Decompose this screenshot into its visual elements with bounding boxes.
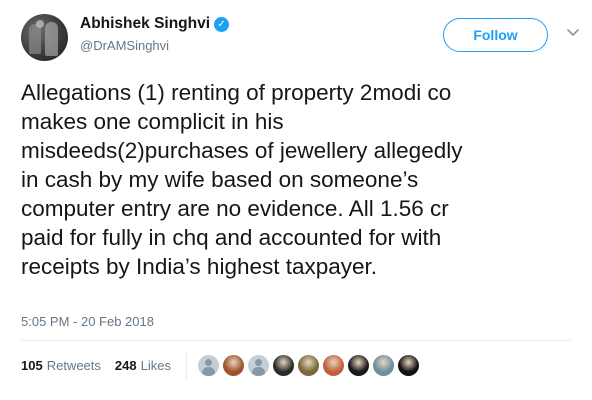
author-name[interactable]: Abhishek Singhvi	[80, 15, 210, 33]
liker-avatar[interactable]	[323, 355, 344, 376]
tweet-text: Allegations (1) renting of property 2mod…	[21, 80, 463, 279]
retweets-stat[interactable]: 105 Retweets	[21, 358, 101, 373]
avatar-figure	[29, 24, 41, 54]
retweets-count: 105	[21, 358, 43, 373]
avatar-figure	[36, 20, 44, 28]
liker-avatar[interactable]	[348, 355, 369, 376]
liker-avatar[interactable]	[373, 355, 394, 376]
liker-avatar[interactable]	[298, 355, 319, 376]
liker-avatar[interactable]	[198, 355, 219, 376]
liker-avatar[interactable]	[273, 355, 294, 376]
liker-avatar[interactable]	[223, 355, 244, 376]
retweets-label: Retweets	[46, 358, 101, 373]
chevron-down-icon[interactable]	[566, 26, 580, 40]
stats-divider	[186, 352, 187, 380]
verified-badge-icon: ✓	[214, 16, 230, 32]
liker-avatar[interactable]	[248, 355, 269, 376]
tweet-timestamp[interactable]: 5:05 PM - 20 Feb 2018	[21, 314, 154, 329]
author-name-row[interactable]: Abhishek Singhvi ✓	[80, 15, 230, 33]
tweet-stats: 105 Retweets 248 Likes	[21, 358, 181, 373]
divider	[21, 340, 571, 341]
liker-avatar[interactable]	[398, 355, 419, 376]
likes-label: Likes	[140, 358, 171, 373]
avatar-figure	[45, 22, 58, 56]
author-avatar[interactable]	[21, 14, 68, 61]
liker-avatars	[198, 355, 419, 376]
likes-count: 248	[114, 358, 137, 373]
follow-button[interactable]: Follow	[443, 18, 548, 52]
author-handle[interactable]: @DrAMSinghvi	[80, 38, 169, 53]
likes-stat[interactable]: 248 Likes	[115, 358, 171, 373]
